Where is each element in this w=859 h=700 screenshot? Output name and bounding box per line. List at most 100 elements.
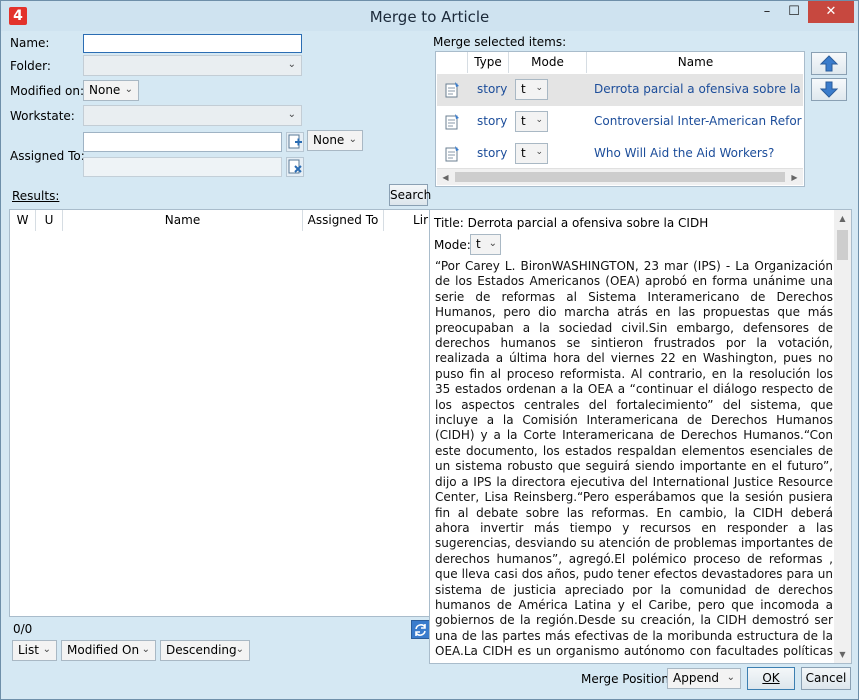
merge-items-table[interactable]: Type Mode Name story t ⌄ Derrota parcial … <box>435 51 805 187</box>
merge-position-value: Append <box>673 671 720 685</box>
merge-items-hscrollbar[interactable]: ◀ ▶ <box>437 168 803 185</box>
modified-on-label: Modified on: <box>10 84 85 98</box>
results-count: 0/0 <box>13 622 33 636</box>
minimize-button[interactable]: – <box>753 1 781 23</box>
name-input[interactable] <box>83 34 302 53</box>
merge-items-label: Merge selected items: <box>433 35 567 49</box>
col-assigned-to[interactable]: Assigned To <box>303 210 384 231</box>
chevron-down-icon: ⌄ <box>348 134 357 145</box>
merge-position-select[interactable]: Append ⌄ <box>667 668 741 689</box>
arrow-up-icon <box>819 55 839 72</box>
merge-dialog: 4 Merge to Article – ☐ ✕ Name: Folder: ⌄… <box>0 0 859 700</box>
article-vscrollbar[interactable]: ▲ ▼ <box>834 210 851 663</box>
merge-position-label: Merge Position: <box>581 672 674 686</box>
results-header: W U Name Assigned To Lir <box>10 210 429 231</box>
article-preview[interactable]: Title: Derrota parcial a ofensiva sobre … <box>429 209 852 664</box>
col-lines[interactable]: Lir <box>384 210 429 231</box>
refresh-button[interactable] <box>411 620 430 639</box>
move-up-button[interactable] <box>811 52 847 75</box>
folder-select[interactable]: ⌄ <box>83 55 302 76</box>
add-assignee-button[interactable] <box>286 132 304 152</box>
article-body: “Por Carey L. BironWASHINGTON, 23 mar (I… <box>435 259 833 661</box>
arrow-down-icon <box>819 81 839 98</box>
close-button[interactable]: ✕ <box>808 1 854 23</box>
merge-item-mode-select[interactable]: t ⌄ <box>515 111 548 132</box>
merge-items-header: Type Mode Name <box>436 52 804 73</box>
col-item-name[interactable]: Name <box>587 52 804 73</box>
col-icon <box>436 52 468 73</box>
modified-on-value: None <box>89 83 121 97</box>
title-bar: 4 Merge to Article – ☐ ✕ <box>1 1 858 31</box>
merge-item-row[interactable]: story t ⌄ Derrota parcial a ofensiva sobr… <box>437 74 803 106</box>
merge-item-mode: t <box>521 146 526 160</box>
chevron-down-icon: ⌄ <box>287 59 296 70</box>
add-user-icon <box>288 134 302 149</box>
name-label: Name: <box>10 36 50 50</box>
merge-item-type: story <box>477 82 508 96</box>
merge-item-name[interactable]: Who Will Aid the Aid Workers? <box>594 146 802 160</box>
sort-field-select[interactable]: Modified On ⌄ <box>61 640 156 661</box>
chevron-down-icon: ⌄ <box>42 644 51 655</box>
move-down-button[interactable] <box>811 78 847 101</box>
merge-item-mode-select[interactable]: t ⌄ <box>515 143 548 164</box>
sort-order-value: Descending <box>166 643 237 657</box>
modified-on-select[interactable]: None ⌄ <box>83 80 139 101</box>
col-name[interactable]: Name <box>63 210 303 231</box>
scroll-down-icon[interactable]: ▼ <box>834 646 851 663</box>
col-type[interactable]: Type <box>468 52 509 73</box>
chevron-down-icon: ⌄ <box>124 84 133 95</box>
assigned-to-label: Assigned To: <box>10 149 85 163</box>
view-mode-value: List <box>18 643 39 657</box>
refresh-icon <box>415 624 426 636</box>
vscroll-thumb[interactable] <box>837 230 848 260</box>
col-mode[interactable]: Mode <box>509 52 587 73</box>
chevron-down-icon: ⌄ <box>488 238 497 249</box>
scroll-right-icon[interactable]: ▶ <box>786 169 803 186</box>
view-mode-select[interactable]: List ⌄ <box>12 640 57 661</box>
merge-item-type: story <box>477 146 508 160</box>
merge-item-row[interactable]: story t ⌄ Who Will Aid the Aid Workers? <box>437 138 803 170</box>
results-label: Results: <box>12 189 60 203</box>
chevron-down-icon: ⌄ <box>535 147 543 157</box>
merge-item-mode: t <box>521 82 526 96</box>
merge-item-type: story <box>477 114 508 128</box>
remove-assignee-button[interactable] <box>286 157 304 177</box>
assigned-to-select[interactable]: None ⌄ <box>307 130 363 151</box>
hscroll-thumb[interactable] <box>455 172 785 182</box>
assigned-to-list <box>83 157 282 177</box>
col-w[interactable]: W <box>10 210 36 231</box>
article-mode-value: t <box>476 237 481 251</box>
chevron-down-icon: ⌄ <box>141 644 150 655</box>
ok-button[interactable]: OK <box>747 667 795 690</box>
sort-field-value: Modified On <box>67 643 140 657</box>
story-icon <box>445 114 459 130</box>
chevron-down-icon: ⌄ <box>726 672 735 683</box>
chevron-down-icon: ⌄ <box>287 109 296 120</box>
window-title: Merge to Article <box>369 8 490 26</box>
workstate-select[interactable]: ⌄ <box>83 105 302 126</box>
search-button[interactable]: Search <box>389 184 431 206</box>
sort-order-select[interactable]: Descending ⌄ <box>160 640 250 661</box>
article-title: Title: Derrota parcial a ofensiva sobre … <box>434 216 709 230</box>
remove-user-icon <box>288 159 302 174</box>
merge-item-mode-select[interactable]: t ⌄ <box>515 79 548 100</box>
cancel-button[interactable]: Cancel <box>801 667 851 690</box>
chevron-down-icon: ⌄ <box>535 115 543 125</box>
merge-item-name[interactable]: Derrota parcial a ofensiva sobre la CIDH <box>594 82 802 96</box>
workstate-label: Workstate: <box>10 109 75 123</box>
scroll-up-icon[interactable]: ▲ <box>834 210 851 227</box>
chevron-down-icon: ⌄ <box>535 83 543 93</box>
results-table[interactable]: W U Name Assigned To Lir <box>9 209 430 617</box>
chevron-down-icon: ⌄ <box>235 644 244 655</box>
merge-item-name[interactable]: Controversial Inter-American Reforms P <box>594 114 802 128</box>
assigned-to-input[interactable] <box>83 132 282 152</box>
article-mode-select[interactable]: t ⌄ <box>470 234 501 255</box>
folder-label: Folder: <box>10 59 51 73</box>
article-mode-label: Mode: <box>434 238 471 252</box>
merge-item-mode: t <box>521 114 526 128</box>
scroll-left-icon[interactable]: ◀ <box>437 169 454 186</box>
col-u[interactable]: U <box>36 210 63 231</box>
merge-item-row[interactable]: story t ⌄ Controversial Inter-American Re… <box>437 106 803 138</box>
assigned-to-value: None <box>313 133 345 147</box>
maximize-button[interactable]: ☐ <box>781 1 807 23</box>
